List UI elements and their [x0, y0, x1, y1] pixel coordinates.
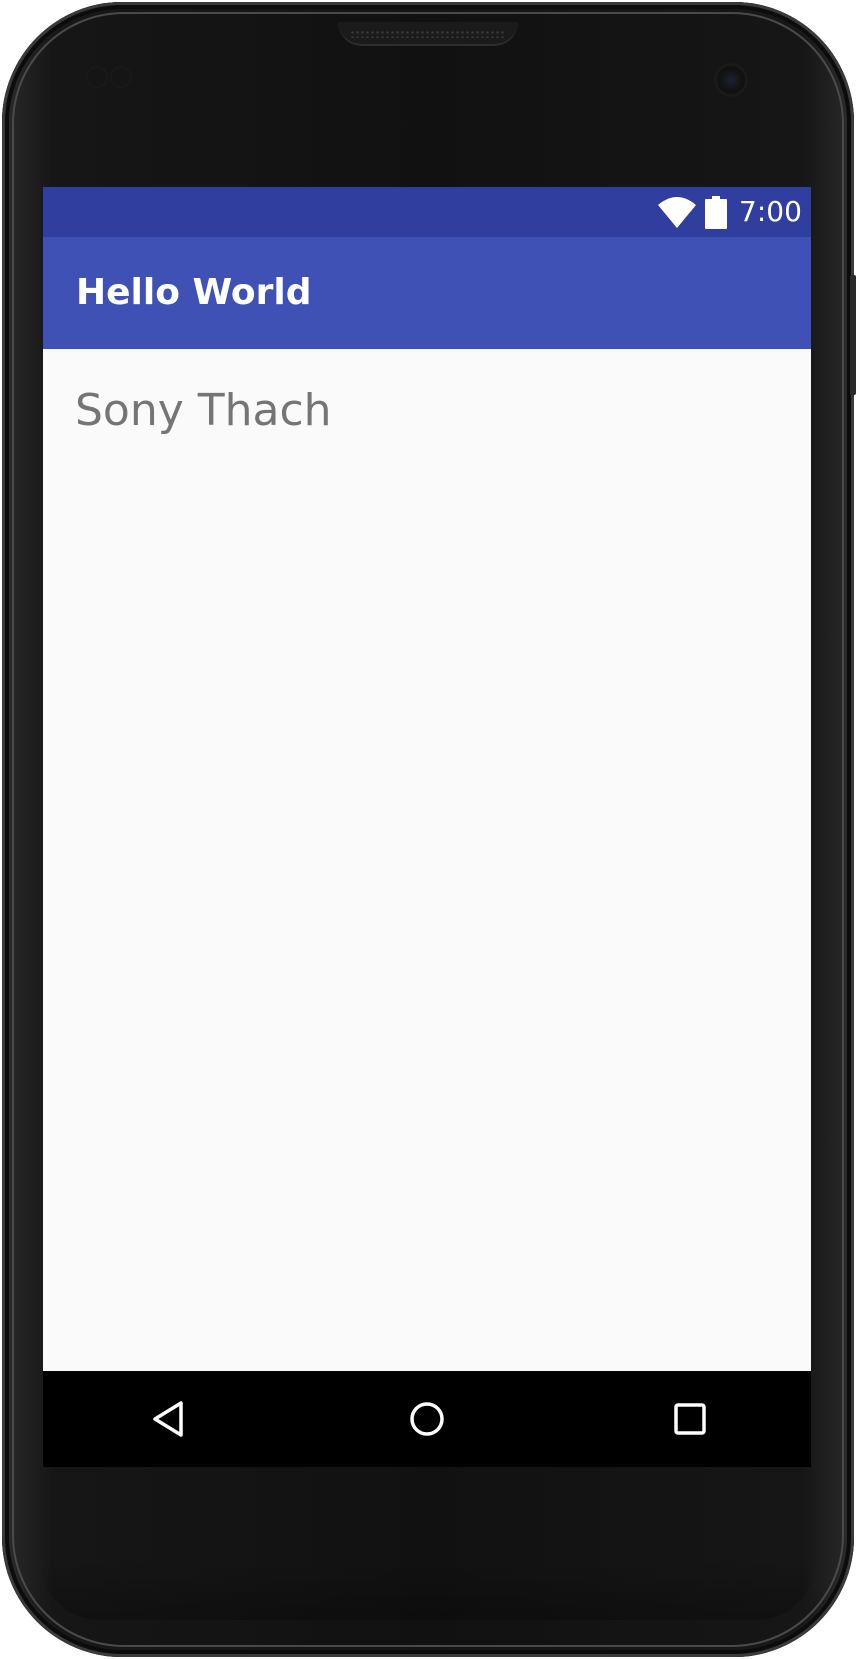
recents-icon[interactable]: [666, 1395, 714, 1443]
phone-frame: 7:00 Hello World Sony Thach: [0, 0, 856, 1659]
proximity-sensor: [86, 66, 108, 88]
app-title: Hello World: [76, 272, 312, 313]
light-sensor: [110, 66, 132, 88]
battery-icon: [705, 196, 727, 229]
status-bar: 7:00: [43, 187, 811, 237]
speaker-grille: [350, 30, 506, 38]
status-time: 7:00: [739, 195, 802, 228]
app-bar: Hello World: [43, 237, 811, 349]
wifi-icon: [658, 197, 696, 228]
navigation-bar: [43, 1371, 811, 1467]
home-icon[interactable]: [403, 1395, 451, 1443]
bottom-bezel: [40, 1560, 816, 1620]
main-text: Sony Thach: [75, 385, 332, 436]
device-screen: 7:00 Hello World Sony Thach: [43, 187, 811, 1467]
back-icon[interactable]: [143, 1395, 191, 1443]
power-button: [850, 275, 856, 395]
front-camera: [714, 63, 748, 97]
